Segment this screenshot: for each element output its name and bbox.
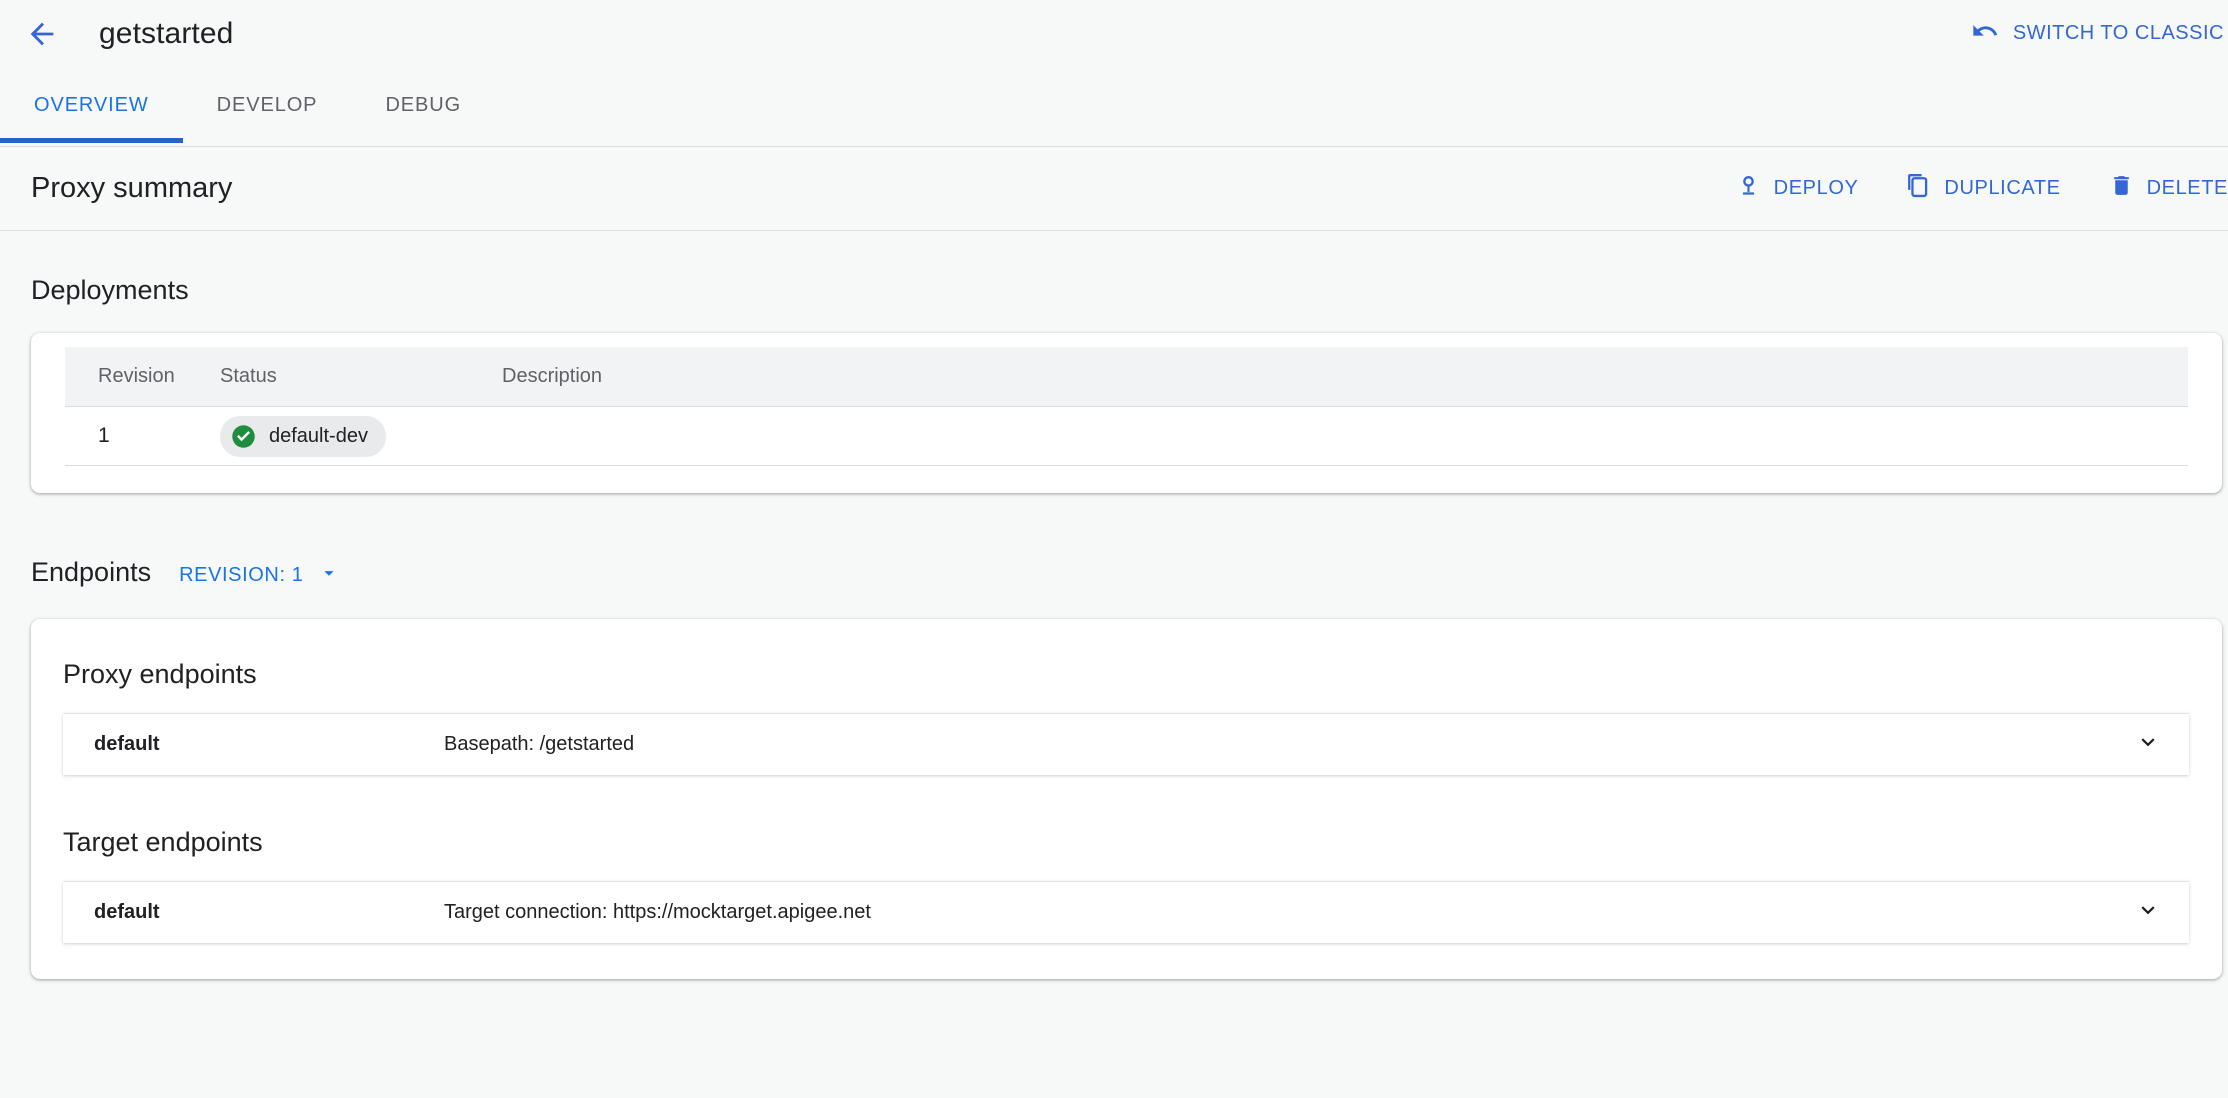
cell-status: default-dev <box>220 406 502 466</box>
status-badge: default-dev <box>220 415 386 457</box>
endpoints-heading: Endpoints <box>31 557 152 587</box>
proxy-endpoints-title: Proxy endpoints <box>63 658 257 689</box>
expand-target-endpoint-button[interactable] <box>2133 897 2163 927</box>
proxy-endpoints-rows: default Basepath: /getstarted <box>31 712 2222 775</box>
page-title: getstarted <box>99 16 234 50</box>
delete-button[interactable]: DELETE <box>2085 163 2228 214</box>
deploy-button[interactable]: DEPLOY <box>1712 163 1883 214</box>
target-endpoint-detail: Target connection: https://mocktarget.ap… <box>444 900 871 923</box>
deployments-table-head: Revision Status Description <box>65 347 2188 407</box>
deployments-table-body: 1 default-dev <box>65 406 2188 466</box>
tab-debug[interactable]: DEBUG <box>351 67 495 143</box>
tab-bar: OVERVIEW DEVELOP DEBUG <box>0 67 2228 147</box>
deploy-label: DEPLOY <box>1773 177 1859 199</box>
deployments-card: Revision Status Description 1 default-de… <box>31 333 2222 493</box>
copy-icon <box>1906 173 1931 204</box>
column-header-description: Description <box>502 347 2188 407</box>
endpoints-header: Endpoints REVISION: 1 <box>0 559 2228 590</box>
back-button[interactable] <box>18 10 66 58</box>
revision-selector[interactable]: REVISION: 1 <box>179 562 339 590</box>
duplicate-button[interactable]: DUPLICATE <box>1882 163 2084 214</box>
endpoints-card: Proxy endpoints default Basepath: /getst… <box>31 618 2222 979</box>
proxy-summary-title: Proxy summary <box>31 172 233 204</box>
target-endpoints-title: Target endpoints <box>63 826 263 857</box>
tab-overview[interactable]: OVERVIEW <box>0 67 183 143</box>
proxy-endpoint-detail: Basepath: /getstarted <box>444 732 635 755</box>
tab-develop[interactable]: DEVELOP <box>183 67 352 143</box>
tab-debug-label: DEBUG <box>385 93 462 116</box>
arrow-left-icon <box>25 17 59 51</box>
target-endpoint-name: default <box>94 900 160 923</box>
switch-to-classic-label: SWITCH TO CLASSIC <box>2012 22 2224 44</box>
column-header-status: Status <box>220 347 502 407</box>
chevron-down-icon <box>2135 729 2161 760</box>
deployments-table: Revision Status Description 1 default-de… <box>65 347 2188 466</box>
status-badge-label: default-dev <box>269 424 368 447</box>
endpoints-group-spacer <box>31 775 2222 815</box>
summary-actions: DEPLOY DUPLICATE DELETE <box>1712 163 2228 214</box>
duplicate-label: DUPLICATE <box>1944 177 2061 199</box>
table-row[interactable]: 1 default-dev <box>65 406 2188 466</box>
deployments-table-inset: Revision Status Description 1 default-de… <box>31 347 2222 466</box>
check-circle-icon <box>230 423 257 450</box>
proxy-summary-bar: Proxy summary DEPLOY DUPLICATE DELETE <box>0 147 2228 231</box>
cell-revision: 1 <box>65 406 220 466</box>
main-content: Deployments Revision Status Description … <box>0 231 2228 979</box>
undo-icon <box>1971 17 1999 51</box>
column-header-revision: Revision <box>65 347 220 407</box>
table-header-row: Revision Status Description <box>65 347 2188 407</box>
list-item[interactable]: default Target connection: https://mockt… <box>63 880 2189 943</box>
target-endpoints-rows: default Target connection: https://mockt… <box>31 880 2222 943</box>
chevron-down-icon <box>2135 897 2161 928</box>
deployments-heading: Deployments <box>31 275 189 305</box>
top-bar: getstarted SWITCH TO CLASSIC <box>0 0 2228 67</box>
tab-overview-label: OVERVIEW <box>34 93 149 116</box>
delete-label: DELETE <box>2146 177 2228 199</box>
cell-description <box>502 406 2188 466</box>
expand-proxy-endpoint-button[interactable] <box>2133 729 2163 759</box>
switch-to-classic-button[interactable]: SWITCH TO CLASSIC <box>1971 17 2228 51</box>
list-item[interactable]: default Basepath: /getstarted <box>63 712 2189 775</box>
deploy-pin-icon <box>1736 173 1761 204</box>
trash-icon <box>2109 173 2134 204</box>
proxy-endpoint-name: default <box>94 732 160 755</box>
revision-selector-label: REVISION: 1 <box>179 564 304 586</box>
tab-develop-label: DEVELOP <box>216 93 318 116</box>
chevron-down-icon <box>318 562 340 590</box>
